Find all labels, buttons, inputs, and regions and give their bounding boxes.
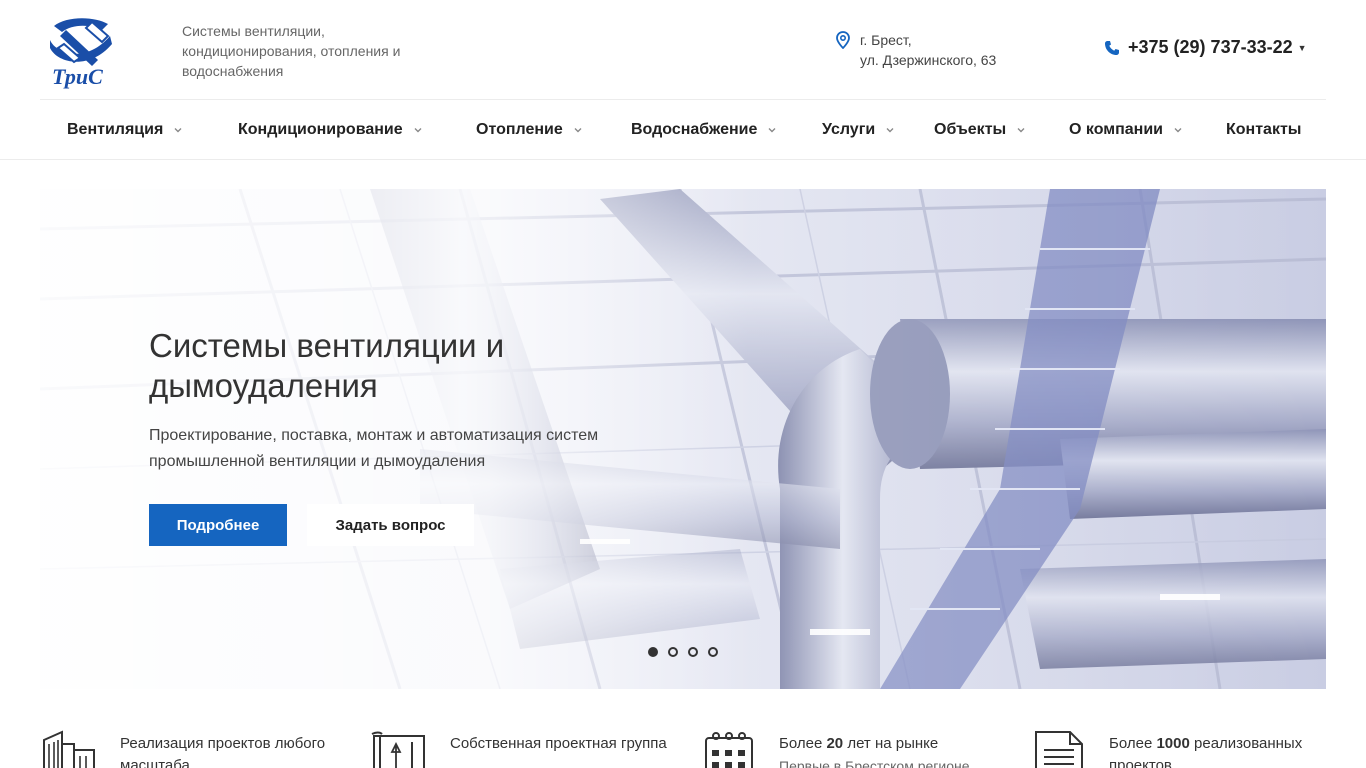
logo-text: ТриС <box>52 64 103 89</box>
hero-title: Системы вентиляции и дымоудаления <box>149 327 505 404</box>
feature-title: лет на рынке <box>843 735 939 752</box>
feature-title: Собственная проектная группа <box>450 735 667 752</box>
nav-item-objects[interactable]: Объекты <box>934 101 1026 159</box>
address-block: г. Брест, ул. Дзержинского, 63 <box>836 30 996 70</box>
hero-slider: Системы вентиляции и дымоудаления Проект… <box>40 189 1326 689</box>
nav-item-heating[interactable]: Отопление <box>476 101 583 159</box>
more-details-button[interactable]: Подробнее <box>149 504 287 546</box>
caret-down-icon: ▼ <box>1297 42 1307 53</box>
main-navigation: Вентиляция Кондиционирование Отопление В… <box>40 101 1326 159</box>
nav-item-ventilation[interactable]: Вентиляция <box>67 101 183 159</box>
nav-label: Услуги <box>822 121 876 138</box>
chevron-down-icon <box>886 128 894 133</box>
chevron-down-icon <box>414 128 422 133</box>
feature-item: Реализация проектов любого масштаба <box>40 725 340 768</box>
feature-text: Более 1000 реализованных проектов <box>1109 733 1319 768</box>
feature-item: Более 1000 реализованных проектов <box>1030 725 1326 768</box>
chevron-down-icon <box>174 128 182 133</box>
feature-subtitle: Первые в Брестском регионе <box>779 758 970 768</box>
nav-item-about[interactable]: О компании <box>1069 101 1183 159</box>
phone-dropdown[interactable]: +375 (29) 737-33-22 ▼ <box>1104 37 1307 58</box>
company-logo[interactable]: ТриС <box>46 14 116 90</box>
feature-item: Собственная проектная группа <box>370 725 670 768</box>
feature-text: Реализация проектов любого масштаба <box>120 733 335 768</box>
address-street: ул. Дзержинского, 63 <box>860 52 997 68</box>
feature-item: Более 20 лет на рынке Первые в Брестском… <box>700 725 1000 768</box>
slide-dot-3[interactable] <box>688 647 698 657</box>
nav-label: Кондиционирование <box>238 121 403 138</box>
features-row: Реализация проектов любого масштаба Собс… <box>40 725 1326 768</box>
feature-number: 1000 <box>1156 735 1190 752</box>
feature-number: 20 <box>826 735 844 752</box>
nav-item-conditioning[interactable]: Кондиционирование <box>238 101 423 159</box>
chevron-down-icon <box>768 128 776 133</box>
chevron-down-icon <box>1174 128 1182 133</box>
nav-label: Водоснабжение <box>631 121 758 138</box>
document-icon <box>1035 731 1083 768</box>
nav-item-services[interactable]: Услуги <box>822 101 895 159</box>
nav-divider <box>0 159 1366 160</box>
feature-text: Собственная проектная группа <box>450 733 670 755</box>
nav-label: Объекты <box>934 121 1007 138</box>
ask-question-button[interactable]: Задать вопрос <box>307 504 474 546</box>
hero-subtitle: Проектирование, поставка, монтаж и автом… <box>149 427 599 470</box>
slide-dot-4[interactable] <box>708 647 718 657</box>
slide-dot-2[interactable] <box>668 647 678 657</box>
nav-label: О компании <box>1069 121 1163 138</box>
address-city: г. Брест, <box>860 32 912 48</box>
calendar-icon <box>705 732 753 768</box>
nav-label: Контакты <box>1226 121 1302 138</box>
feature-prefix: Более <box>779 735 827 752</box>
nav-label: Отопление <box>476 121 563 138</box>
buildings-icon <box>43 730 95 768</box>
feature-title: Реализация проектов любого масштаба <box>120 735 326 768</box>
nav-item-water-supply[interactable]: Водоснабжение <box>631 101 777 159</box>
phone-icon <box>1105 40 1119 55</box>
feature-text: Более 20 лет на рынке Первые в Брестском… <box>779 733 999 768</box>
site-header: ТриС Системы вентиляции, кондиционирован… <box>40 0 1326 100</box>
chevron-down-icon <box>574 128 582 133</box>
slide-dot-1[interactable] <box>648 647 658 657</box>
nav-label: Вентиляция <box>67 121 164 138</box>
company-tagline: Системы вентиляции, кондиционирования, о… <box>182 23 401 79</box>
nav-item-contacts[interactable]: Контакты <box>1226 101 1301 159</box>
location-pin-icon <box>836 31 850 49</box>
chevron-down-icon <box>1017 128 1025 133</box>
slider-pagination <box>648 647 718 657</box>
phone-number[interactable]: +375 (29) 737-33-22 <box>1128 37 1293 58</box>
feature-prefix: Более <box>1109 735 1157 752</box>
blueprint-icon <box>371 731 425 768</box>
